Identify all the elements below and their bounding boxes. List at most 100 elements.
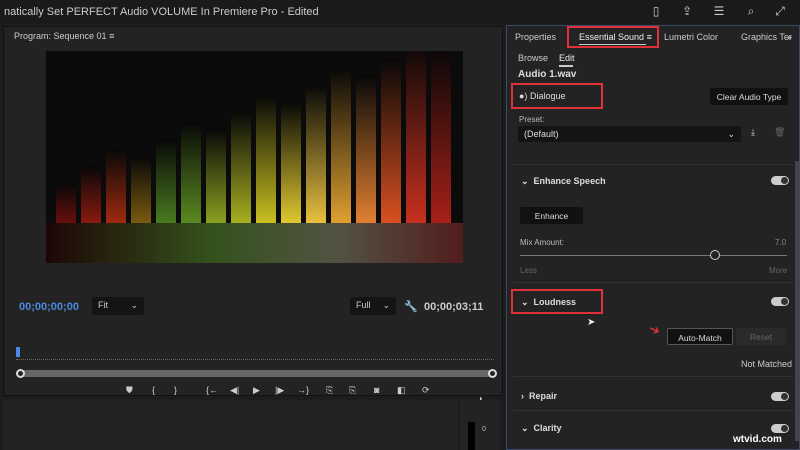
wrench-icon[interactable]: 🔧 bbox=[404, 300, 418, 313]
active-tab-underline bbox=[579, 44, 646, 45]
reset-button[interactable]: Reset bbox=[736, 328, 786, 345]
repair-toggle[interactable] bbox=[771, 392, 789, 401]
timecode-current[interactable]: 00;00;00;00 bbox=[19, 301, 79, 313]
panel-icon[interactable]: ▯ bbox=[648, 4, 664, 20]
video-bar-shape bbox=[406, 51, 426, 223]
video-bar-shape bbox=[181, 122, 201, 223]
quality-dropdown[interactable]: Full ⌄ bbox=[350, 297, 396, 315]
zoom-dropdown[interactable]: Fit ⌄ bbox=[92, 297, 144, 315]
more-tabs-icon[interactable]: » bbox=[787, 32, 792, 42]
preset-dropdown[interactable]: (Default) ⌄ bbox=[518, 126, 741, 142]
insert-icon[interactable]: ◧ bbox=[397, 385, 406, 396]
clear-audio-type-button[interactable]: Clear Audio Type bbox=[710, 88, 788, 105]
video-bar-shape bbox=[106, 149, 126, 223]
divider bbox=[513, 376, 793, 377]
panel-scrollbar[interactable] bbox=[795, 161, 799, 441]
go-to-out-icon[interactable]: →} bbox=[297, 385, 309, 395]
zoom-value: Fit bbox=[98, 300, 108, 310]
step-forward-icon[interactable]: |▶ bbox=[275, 385, 284, 396]
less-label: Less bbox=[520, 266, 537, 275]
repair-header[interactable]: › Repair bbox=[521, 391, 557, 401]
overwrite-icon[interactable]: ⟳ bbox=[422, 385, 430, 396]
export-frame-icon[interactable]: ◙ bbox=[374, 385, 379, 395]
watermark: wtvid.com bbox=[733, 434, 782, 445]
video-frame bbox=[46, 51, 463, 263]
add-marker-icon[interactable]: ⛊ bbox=[126, 385, 133, 396]
auto-match-button[interactable]: Auto-Match bbox=[667, 328, 733, 345]
mark-out-icon[interactable]: } bbox=[174, 385, 177, 395]
extract-icon[interactable]: ⎘ bbox=[349, 385, 356, 396]
preset-value: (Default) bbox=[524, 129, 559, 139]
title-bar: natically Set PERFECT Audio VOLUME In Pr… bbox=[0, 0, 800, 24]
video-bar-shape bbox=[356, 75, 376, 223]
section-title: Repair bbox=[529, 391, 558, 401]
mix-amount-label: Mix Amount: bbox=[520, 238, 565, 247]
video-bar-shape bbox=[56, 183, 76, 223]
playhead[interactable] bbox=[16, 347, 20, 357]
enhance-button[interactable]: Enhance bbox=[520, 207, 583, 224]
subtab-edit[interactable]: Edit bbox=[559, 53, 575, 63]
meter-bar bbox=[468, 422, 475, 450]
timeline-panel bbox=[3, 400, 458, 450]
search-icon[interactable]: ⌕ bbox=[743, 4, 759, 20]
video-bar-shape bbox=[306, 85, 326, 223]
program-title-text: Program: Sequence 01 bbox=[14, 31, 107, 41]
tab-graphics[interactable]: Graphics Ter bbox=[741, 32, 792, 42]
time-ruler[interactable] bbox=[16, 352, 494, 360]
menu-icon[interactable]: ≡ bbox=[109, 31, 114, 41]
clarity-header[interactable]: ⌄ Clarity bbox=[521, 423, 562, 434]
go-to-in-icon[interactable]: {← bbox=[206, 385, 218, 395]
subtab-browse[interactable]: Browse bbox=[518, 53, 548, 63]
play-icon[interactable]: ▶ bbox=[253, 385, 260, 396]
scroll-end-handle[interactable] bbox=[488, 369, 497, 378]
mix-amount-value: 7.0 bbox=[775, 238, 787, 247]
program-monitor: Program: Sequence 01 ≡ 00;00;00;00 Fit ⌄ … bbox=[3, 26, 503, 413]
audio-type-dialogue[interactable]: ●) Dialogue bbox=[519, 91, 565, 101]
clarity-toggle[interactable] bbox=[771, 424, 789, 433]
red-arrow-annotation: ➔ bbox=[646, 320, 663, 339]
loudness-header[interactable]: ⌄ Loudness bbox=[521, 297, 576, 308]
dialogue-icon: ●) bbox=[519, 91, 528, 101]
mix-amount-slider[interactable] bbox=[520, 255, 787, 256]
divider bbox=[513, 410, 793, 411]
audio-type-label: Dialogue bbox=[529, 91, 566, 101]
audio-meter: 0 bbox=[460, 400, 500, 450]
enhance-speech-header[interactable]: ⌄ Enhance Speech bbox=[521, 176, 606, 187]
video-bar-shape bbox=[331, 68, 351, 223]
scroll-start-handle[interactable] bbox=[16, 369, 25, 378]
tab-properties[interactable]: Properties bbox=[515, 32, 556, 42]
video-bar-shape bbox=[131, 156, 151, 223]
section-title: Enhance Speech bbox=[533, 176, 606, 186]
fullscreen-icon[interactable]: ⤢ bbox=[772, 4, 788, 20]
zoom-scrollbar[interactable] bbox=[20, 370, 494, 377]
clip-name: Audio 1.wav bbox=[518, 69, 577, 80]
video-bar-shape bbox=[156, 139, 176, 223]
subtab-underline bbox=[559, 65, 573, 67]
meter-zero-label: 0 bbox=[482, 426, 486, 433]
tab-essential-sound[interactable]: Essential Sound ≡ bbox=[579, 32, 652, 42]
share-icon[interactable]: ⇪ bbox=[679, 4, 695, 20]
mouse-cursor: ➤ bbox=[587, 317, 596, 328]
tab-lumetri-color[interactable]: Lumetri Color bbox=[664, 32, 718, 42]
loudness-toggle[interactable] bbox=[771, 297, 789, 306]
mix-amount-handle[interactable] bbox=[709, 250, 720, 260]
step-back-icon[interactable]: ◀| bbox=[230, 385, 239, 396]
mark-in-icon[interactable]: { bbox=[152, 385, 155, 395]
progress-icon[interactable]: ☰ bbox=[711, 4, 727, 20]
enhance-speech-toggle[interactable] bbox=[771, 176, 789, 185]
video-bar-shape bbox=[231, 112, 251, 223]
video-bar-shape bbox=[256, 95, 276, 223]
divider bbox=[513, 164, 793, 165]
window-title: natically Set PERFECT Audio VOLUME In Pr… bbox=[4, 6, 319, 18]
lift-icon[interactable]: ⎘ bbox=[326, 385, 333, 396]
quality-value: Full bbox=[356, 300, 371, 310]
save-preset-icon[interactable]: ⤓ bbox=[751, 127, 755, 138]
essential-sound-panel: Properties Essential Sound ≡ Lumetri Col… bbox=[506, 25, 800, 450]
video-bar-shape bbox=[206, 129, 226, 223]
match-status: Not Matched bbox=[741, 359, 793, 369]
timecode-duration: 00;00;03;11 bbox=[424, 301, 484, 313]
menu-icon[interactable]: ≡ bbox=[647, 32, 652, 42]
program-title: Program: Sequence 01 ≡ bbox=[14, 31, 114, 41]
delete-preset-icon[interactable]: 🗑 bbox=[774, 127, 785, 138]
tab-label: Essential Sound bbox=[579, 32, 645, 42]
